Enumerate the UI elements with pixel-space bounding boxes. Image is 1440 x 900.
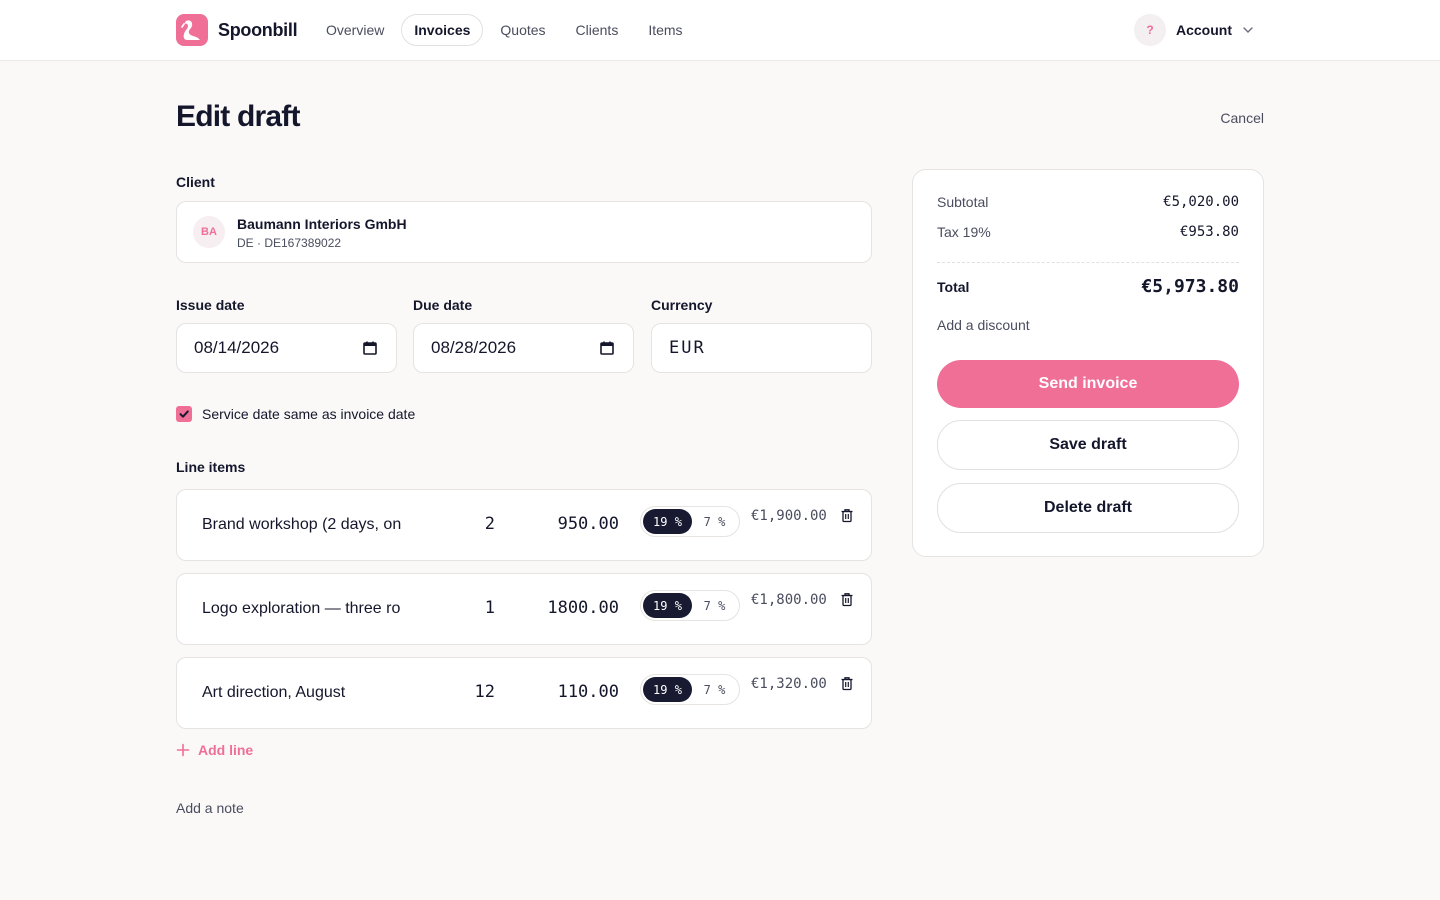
line-item-description[interactable]: Brand workshop (2 days, on <box>202 516 422 534</box>
line-item-quantity[interactable]: 2 <box>437 514 495 534</box>
service-date-checkbox-row[interactable]: Service date same as invoice date <box>176 406 415 422</box>
brand[interactable]: Spoonbill <box>176 14 298 46</box>
main-nav: Overview Invoices Quotes Clients Items <box>313 14 696 46</box>
line-item-amount: €1,900.00 <box>751 508 827 524</box>
client-vat: DE · DE167389022 <box>237 236 342 250</box>
client-name: Baumann Interiors GmbH <box>237 216 407 232</box>
tax-value: €953.80 <box>1179 224 1239 240</box>
line-item-row: Brand workshop (2 days, on 2 950.00 19 %… <box>176 489 872 561</box>
add-discount-link[interactable]: Add a discount <box>937 317 1030 333</box>
line-item-quantity[interactable]: 12 <box>437 682 495 702</box>
trash-icon[interactable] <box>840 508 854 523</box>
brand-name: Spoonbill <box>218 19 298 40</box>
line-item-amount: €1,320.00 <box>751 676 827 692</box>
due-date-input[interactable]: 08/28/2026 <box>413 323 634 373</box>
trash-icon[interactable] <box>840 676 854 691</box>
page-title: Edit draft <box>176 100 300 133</box>
account-menu[interactable]: ? Account <box>1134 14 1254 46</box>
subtotal-row: Subtotal €5,020.00 <box>937 194 1239 210</box>
line-item-row: Art direction, August 12 110.00 19 % 7 %… <box>176 657 872 729</box>
currency-input[interactable]: EUR <box>651 323 872 373</box>
issue-date-label: Issue date <box>176 297 245 313</box>
top-bar: Spoonbill Overview Invoices Quotes Clien… <box>0 0 1440 61</box>
tax-row: Tax 19% €953.80 <box>937 224 1239 240</box>
tax-rate-19[interactable]: 19 % <box>643 509 692 534</box>
due-date-value: 08/28/2026 <box>431 338 517 357</box>
add-note-link[interactable]: Add a note <box>176 800 244 816</box>
nav-clients[interactable]: Clients <box>563 14 632 46</box>
line-item-amount: €1,800.00 <box>751 592 827 608</box>
nav-quotes[interactable]: Quotes <box>487 14 558 46</box>
line-item-price[interactable]: 110.00 <box>507 682 619 702</box>
line-items-label: Line items <box>176 459 246 475</box>
line-item-row: Logo exploration — three ro 1 1800.00 19… <box>176 573 872 645</box>
line-item-quantity[interactable]: 1 <box>437 598 495 618</box>
tax-rate-19[interactable]: 19 % <box>643 677 692 702</box>
account-label: Account <box>1176 22 1232 38</box>
client-label: Client <box>176 174 215 190</box>
invoice-summary: Subtotal €5,020.00 Tax 19% €953.80 Total… <box>912 169 1264 557</box>
currency-label: Currency <box>651 297 713 313</box>
checkmark-icon <box>179 410 189 418</box>
subtotal-label: Subtotal <box>937 194 989 210</box>
line-item-price[interactable]: 1800.00 <box>507 598 619 618</box>
add-line-button[interactable]: Add line <box>176 742 253 758</box>
chevron-down-icon <box>1243 27 1253 33</box>
service-date-checkbox[interactable] <box>176 406 192 422</box>
tax-rate-19[interactable]: 19 % <box>643 593 692 618</box>
service-date-label: Service date same as invoice date <box>202 406 416 422</box>
client-selector[interactable]: BA Baumann Interiors GmbH DE · DE1673890… <box>176 201 872 263</box>
help-badge[interactable]: ? <box>1134 14 1166 46</box>
plus-icon <box>176 743 190 757</box>
tax-rate-7[interactable]: 7 % <box>692 509 737 534</box>
total-value: €5,973.80 <box>1141 276 1239 297</box>
calendar-icon[interactable] <box>362 340 378 356</box>
send-invoice-button[interactable]: Send invoice <box>937 360 1239 408</box>
line-item-description[interactable]: Art direction, August <box>202 684 422 702</box>
issue-date-value: 08/14/2026 <box>194 338 280 357</box>
currency-value: EUR <box>669 338 706 358</box>
tax-rate-7[interactable]: 7 % <box>692 677 737 702</box>
issue-date-input[interactable]: 08/14/2026 <box>176 323 397 373</box>
nav-invoices[interactable]: Invoices <box>401 14 484 46</box>
line-item-price[interactable]: 950.00 <box>507 514 619 534</box>
total-label: Total <box>937 278 970 295</box>
trash-icon[interactable] <box>840 592 854 607</box>
total-row: Total €5,973.80 <box>937 276 1239 297</box>
line-item-description[interactable]: Logo exploration — three ro <box>202 600 422 618</box>
spoonbill-logo-icon <box>176 14 208 46</box>
nav-items[interactable]: Items <box>635 14 695 46</box>
calendar-icon[interactable] <box>599 340 615 356</box>
tax-rate-toggle: 19 % 7 % <box>640 674 740 705</box>
due-date-label: Due date <box>413 297 473 313</box>
delete-draft-button[interactable]: Delete draft <box>937 483 1239 533</box>
client-avatar: BA <box>193 216 225 248</box>
tax-label: Tax 19% <box>937 224 991 240</box>
save-draft-button[interactable]: Save draft <box>937 420 1239 470</box>
tax-rate-toggle: 19 % 7 % <box>640 506 740 537</box>
cancel-link[interactable]: Cancel <box>1220 110 1264 126</box>
tax-rate-7[interactable]: 7 % <box>692 593 737 618</box>
subtotal-value: €5,020.00 <box>1163 194 1239 210</box>
nav-overview[interactable]: Overview <box>313 14 397 46</box>
add-line-label: Add line <box>198 742 254 758</box>
tax-rate-toggle: 19 % 7 % <box>640 590 740 621</box>
summary-divider <box>937 262 1239 263</box>
